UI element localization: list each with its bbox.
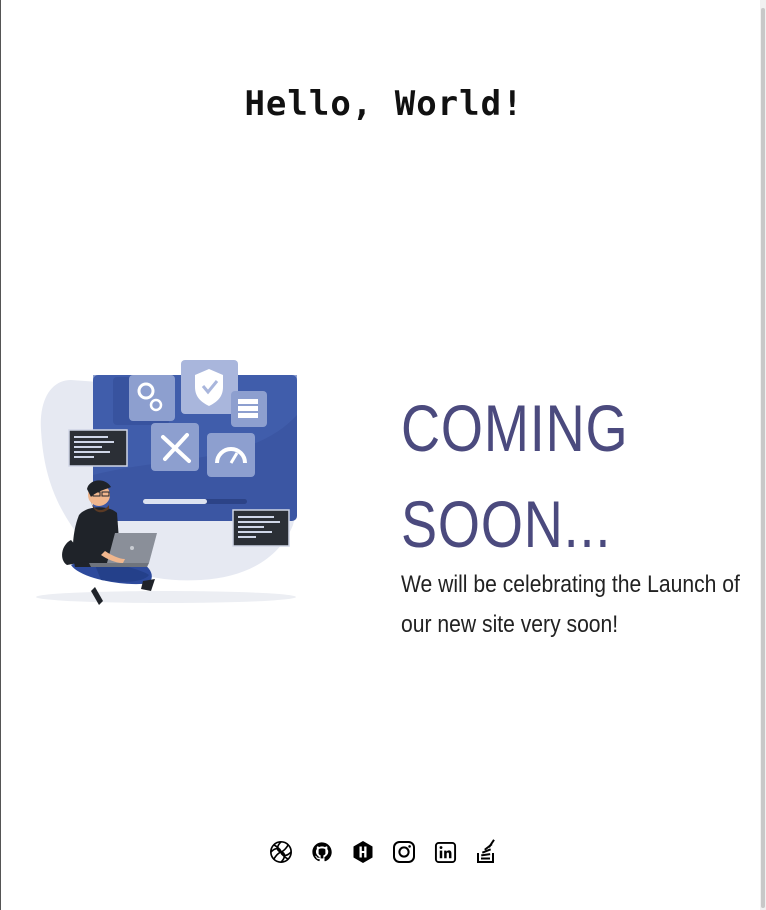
codepen-swirl-icon[interactable] — [269, 838, 293, 866]
hashnode-icon[interactable] — [351, 838, 375, 866]
page: Hello, World! COMING SOON... We will be … — [0, 0, 766, 910]
instagram-icon[interactable] — [392, 838, 416, 866]
page-title: Hello, World! — [244, 84, 524, 124]
launch-message: We will be celebrating the Launch of our… — [401, 568, 763, 642]
scrollbar-thumb[interactable] — [761, 8, 765, 908]
message-line-2: our new site very soon! — [401, 611, 619, 638]
linkedin-icon[interactable] — [433, 838, 457, 866]
stackoverflow-icon[interactable] — [474, 838, 498, 866]
heading-line-1: COMING — [401, 391, 629, 465]
vertical-scrollbar[interactable] — [760, 0, 766, 910]
developer-illustration — [36, 360, 297, 605]
coming-soon-heading: COMING SOON... — [401, 380, 696, 572]
message-line-1: We will be celebrating the Launch of — [401, 571, 740, 598]
social-links — [269, 838, 498, 866]
github-icon[interactable] — [310, 838, 334, 866]
heading-line-2: SOON... — [401, 487, 612, 561]
